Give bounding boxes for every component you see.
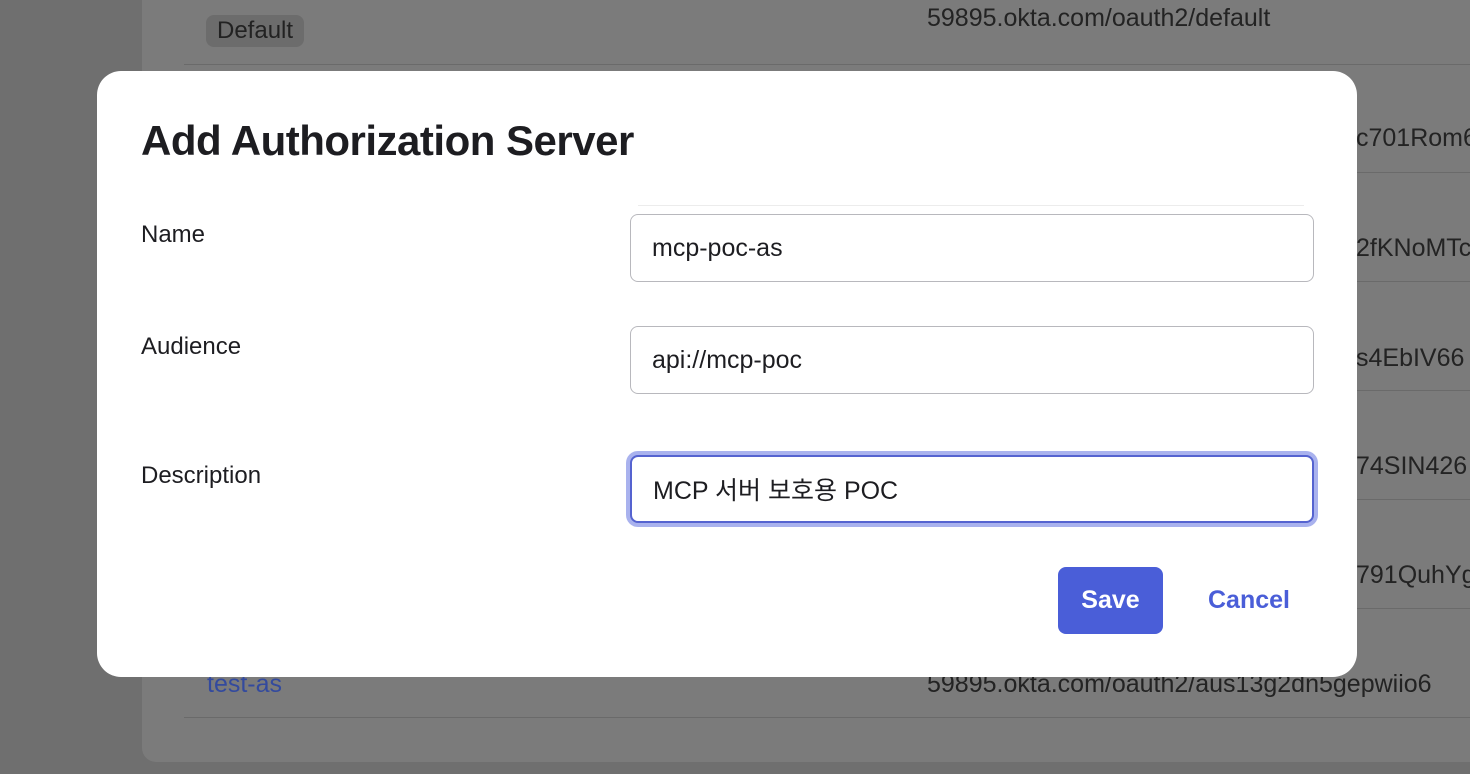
description-input[interactable] xyxy=(630,455,1314,523)
divider xyxy=(638,205,1304,206)
default-badge: Default xyxy=(206,15,305,47)
issuer-uri-default: 59895.okta.com/oauth2/default xyxy=(927,4,1271,32)
audience-input[interactable] xyxy=(630,326,1314,394)
issuer-uri-fragment: 74SIN426 xyxy=(1356,452,1468,480)
audience-label: Audience xyxy=(141,333,242,360)
issuer-uri-fragment: s4EbIV66 xyxy=(1356,344,1465,372)
description-label: Description xyxy=(141,462,262,489)
table-row-divider xyxy=(184,64,1470,65)
issuer-uri-fragment: 791QuhYg6 xyxy=(1356,561,1470,589)
dialog-title: Add Authorization Server xyxy=(141,117,634,164)
save-button[interactable]: Save xyxy=(1058,567,1163,634)
table-row-divider xyxy=(184,717,1470,718)
issuer-uri-fragment: c701Rom6 xyxy=(1356,124,1470,152)
name-input[interactable] xyxy=(630,214,1314,282)
name-label: Name xyxy=(141,221,206,248)
add-authorization-server-dialog: Add Authorization Server Name Audience D… xyxy=(97,71,1357,677)
issuer-uri-fragment: 2fKNoMTc xyxy=(1356,234,1470,262)
cancel-button[interactable]: Cancel xyxy=(1195,567,1303,634)
